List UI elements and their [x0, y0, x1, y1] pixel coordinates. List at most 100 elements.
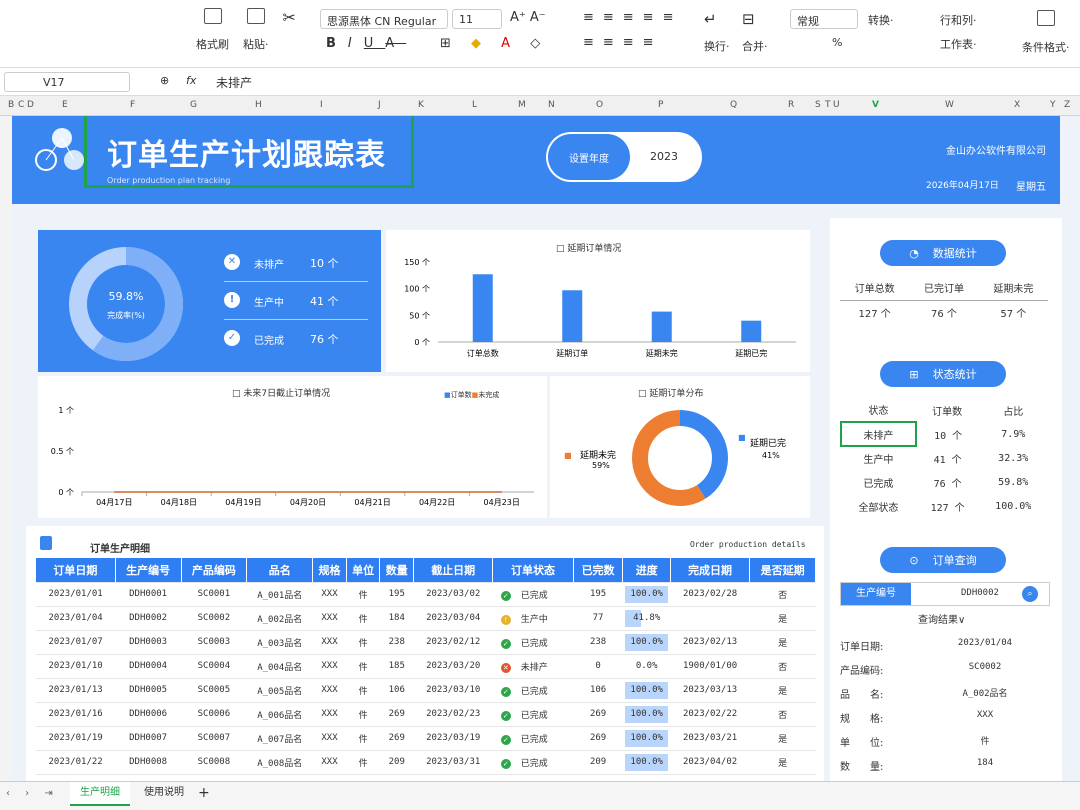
column-headers: BCD E F G H I J K L M N O P Q R STU V W X YZ [0, 96, 1080, 116]
name-box[interactable]: V17 [4, 72, 130, 92]
column-header[interactable]: W [945, 100, 954, 110]
status-cell[interactable]: 生产中 [841, 446, 916, 470]
number-format-select[interactable]: 常规 [790, 9, 858, 29]
cell-due: 2023/03/04 [413, 606, 493, 631]
conditional-format-button[interactable]: 条件格式· [1022, 10, 1070, 55]
formula-input[interactable]: 未排产 [216, 74, 252, 91]
paste-button[interactable]: 粘贴· [243, 8, 269, 52]
grow-font-icon[interactable]: A⁺ A⁻ [510, 10, 546, 25]
tab-nav-icons[interactable]: ‹ › ⇥ [6, 788, 59, 799]
cell-unit: 件 [346, 654, 380, 679]
cell-date: 2023/01/07 [36, 630, 116, 655]
cell-done: 77 [573, 606, 623, 631]
align-buttons[interactable]: ≡≡≡≡≡ [583, 10, 682, 25]
column-header[interactable]: G [190, 100, 197, 110]
add-sheet-icon[interactable]: + [198, 785, 210, 801]
query-pill: ⊙ 订单查询 [880, 547, 1006, 573]
x-tick-label: 04月23日 [484, 498, 520, 507]
column-header[interactable]: D [27, 100, 34, 110]
column-header[interactable]: X [1014, 100, 1020, 110]
table-row[interactable]: 2023/01/22 DDH0008 SC0008 A_008品名 XXX 件 209 202… [36, 750, 816, 775]
status-icon: ✓ [500, 590, 511, 601]
format-painter-icon [203, 8, 222, 24]
font-size-select[interactable]: 11 [452, 9, 502, 29]
cell-no: DDH0003 [115, 630, 181, 655]
table-row[interactable]: 2023/01/16 DDH0006 SC0006 A_006品名 XXX 件 269 202… [36, 702, 816, 727]
column-header[interactable]: J [378, 100, 381, 110]
column-header[interactable]: B [8, 100, 14, 110]
cell-late: 否 [749, 654, 816, 679]
h-align-buttons[interactable]: ≡≡≡≡ [583, 35, 663, 50]
column-header: 生产编号 [115, 558, 182, 583]
column-header[interactable]: Y [1050, 100, 1056, 110]
status-icon: ✕ [500, 662, 511, 673]
cell-name: A_001品名 [246, 582, 313, 607]
column-header[interactable]: O [596, 100, 603, 110]
status-cell[interactable]: 全部状态 [841, 494, 916, 518]
query-field-value: 件 [980, 737, 990, 747]
status-icon: ! [500, 614, 511, 625]
search-icon[interactable]: ⌕ [1022, 586, 1038, 602]
font-name-select[interactable]: 思源黑体 CN Regular [320, 9, 448, 29]
convert-button[interactable]: 转换· [868, 12, 894, 28]
table-row[interactable]: 2023/01/01 DDH0001 SC0001 A_001品名 XXX 件 195 202… [36, 582, 816, 607]
year-switch[interactable]: 设置年度 2023 [546, 132, 702, 182]
cell-code: SC0001 [181, 582, 247, 607]
merge-button[interactable]: ⊟ 合并· [742, 10, 768, 54]
column-header[interactable]: R [788, 100, 794, 110]
column-header[interactable]: I [320, 100, 323, 110]
year-label: 设置年度 [548, 134, 630, 180]
stats-value: 57 个 [1000, 308, 1027, 320]
column-header[interactable]: F [130, 100, 135, 110]
function-icon[interactable]: fx [186, 74, 196, 87]
status-cell[interactable]: 已完成 [841, 470, 916, 494]
worksheet-button[interactable]: 工作表· [940, 36, 977, 52]
cell-late: 是 [749, 606, 816, 631]
wrap-button[interactable]: ↵ 换行· [704, 10, 730, 54]
table-row[interactable]: 2023/01/10 DDH0004 SC0004 A_004品名 XXX 件 185 202… [36, 654, 816, 679]
column-header[interactable]: H [255, 100, 262, 110]
status-text: 生产中 [520, 614, 548, 625]
column-header[interactable]: Q [730, 100, 737, 110]
column-header[interactable]: N [548, 100, 555, 110]
query-input[interactable]: DDH0002 [961, 588, 999, 598]
year-value[interactable]: 2023 [650, 150, 678, 163]
progress-text: 100.0% [630, 589, 663, 599]
column-header[interactable]: K [418, 100, 424, 110]
cell-no: DDH0005 [115, 678, 181, 703]
column-header[interactable]: P [658, 100, 663, 110]
column-header[interactable]: L [472, 100, 477, 110]
column-header[interactable]: C [18, 100, 24, 110]
tab-instructions[interactable]: 使用说明 [136, 782, 192, 806]
cell-no: DDH0001 [115, 582, 181, 607]
cell-code: SC0007 [181, 726, 247, 751]
column-header[interactable]: S [815, 100, 821, 110]
column-header[interactable]: M [518, 100, 526, 110]
column-header[interactable]: E [62, 100, 68, 110]
cell-finish: 2023/04/02 [670, 750, 750, 775]
tab-production-detail[interactable]: 生产明细 [70, 782, 130, 806]
cell-name: A_005品名 [246, 678, 313, 703]
column-header: 进度 [622, 558, 671, 583]
border-fill-buttons[interactable]: ⊞ ◆ A ◇ [440, 36, 548, 51]
cell-spec: XXX [312, 582, 347, 607]
status-cell: 100.0% [995, 500, 1032, 512]
text-style-buttons[interactable]: BIUA [326, 36, 406, 51]
format-painter-button[interactable]: 格式刷 [196, 8, 229, 52]
row-col-button[interactable]: 行和列· [940, 12, 977, 28]
column-header[interactable]: Z [1064, 100, 1070, 110]
status-text: 已完成 [520, 590, 548, 601]
table-row[interactable]: 2023/01/04 DDH0002 SC0002 A_002品名 XXX 件 184 202… [36, 606, 816, 631]
cut-button[interactable]: ✂ [283, 8, 296, 52]
column-header[interactable]: V [872, 100, 879, 110]
table-row[interactable]: 2023/01/07 DDH0003 SC0003 A_003品名 XXX 件 238 202… [36, 630, 816, 655]
table-row[interactable]: 2023/01/19 DDH0007 SC0007 A_007品名 XXX 件 269 202… [36, 726, 816, 751]
zoom-icon[interactable]: ⊕ [160, 74, 169, 87]
cell-finish: 2023/03/21 [670, 726, 750, 751]
status-cell[interactable]: 未排产 [840, 421, 917, 447]
right-panel: ◔ 数据统计 订单总数 已完订单 延期未完 127 个 76 个 57 个 ⊞ 状态统计… [830, 218, 1062, 781]
column-header[interactable]: U [833, 100, 840, 110]
table-row[interactable]: 2023/01/13 DDH0005 SC0005 A_005品名 XXX 件 106 202… [36, 678, 816, 703]
column-header[interactable]: T [825, 100, 831, 110]
percent-button[interactable]: % [832, 36, 842, 49]
